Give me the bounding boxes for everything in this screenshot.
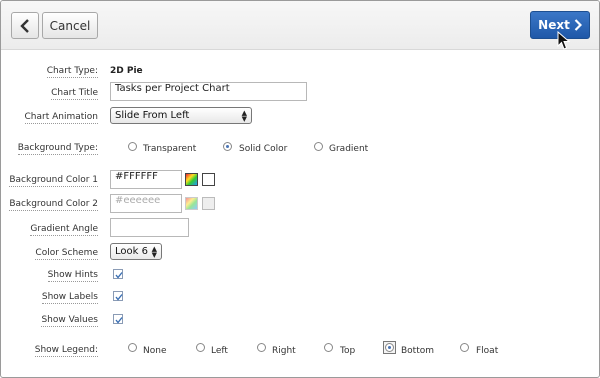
legend-top-radio[interactable] <box>324 343 333 352</box>
background-color-1-input[interactable]: #FFFFFF <box>110 170 182 189</box>
legend-bottom-radio[interactable] <box>385 343 394 352</box>
legend-bottom-label: Bottom <box>401 346 435 356</box>
next-button-label: Next <box>538 18 570 32</box>
checkmark-icon <box>115 294 123 301</box>
show-values-checkbox[interactable] <box>113 314 123 324</box>
checkmark-icon <box>115 317 123 324</box>
show-values-label: Show Values <box>41 315 98 327</box>
bg-type-gradient-label: Gradient <box>329 144 369 154</box>
legend-left-label: Left <box>211 346 228 356</box>
legend-right-label: Right <box>272 346 296 356</box>
chevron-right-icon <box>574 19 582 31</box>
show-labels-checkbox[interactable] <box>113 291 123 301</box>
bg-type-transparent-radio[interactable] <box>128 142 137 151</box>
color-scheme-value: Look 6 <box>115 246 148 257</box>
chart-title-input[interactable]: Tasks per Project Chart <box>110 82 307 101</box>
wizard-toolbar: Cancel Next <box>1 1 599 50</box>
bg-type-gradient-radio[interactable] <box>314 142 323 151</box>
legend-float-radio[interactable] <box>460 343 469 352</box>
legend-left-radio[interactable] <box>196 343 205 352</box>
select-arrows-icon: ▲ ▼ <box>241 109 247 123</box>
legend-right-radio[interactable] <box>257 343 266 352</box>
chevron-left-icon <box>20 18 29 33</box>
wizard-window: Cancel Next Chart Type: 2D Pie Chart Tit… <box>0 0 600 378</box>
cancel-button[interactable]: Cancel <box>42 12 98 39</box>
chart-animation-select[interactable]: Slide From Left ▲ ▼ <box>110 107 252 124</box>
gradient-angle-label: Gradient Angle <box>30 224 98 236</box>
color-1-swatch <box>202 173 215 186</box>
background-color-2-input[interactable]: #eeeeee <box>110 194 182 213</box>
show-hints-label: Show Hints <box>47 270 98 282</box>
color-picker-icon[interactable] <box>185 173 198 186</box>
chart-title-label: Chart Title <box>51 88 98 100</box>
chart-type-value: 2D Pie <box>110 66 143 76</box>
legend-none-radio[interactable] <box>128 343 137 352</box>
color-picker-icon[interactable] <box>185 197 198 210</box>
color-2-swatch <box>202 197 215 210</box>
background-color-1-label: Background Color 1 <box>9 175 98 187</box>
color-scheme-label: Color Scheme <box>35 248 98 260</box>
chart-type-label: Chart Type: <box>46 66 98 78</box>
background-color-2-label: Background Color 2 <box>9 199 98 211</box>
select-arrows-icon: ▲ ▼ <box>151 245 157 259</box>
bg-type-solid-label: Solid Color <box>239 144 288 154</box>
legend-float-label: Float <box>476 346 499 356</box>
show-legend-label: Show Legend: <box>34 345 98 357</box>
bg-type-solid-radio[interactable] <box>223 142 232 151</box>
legend-none-label: None <box>143 346 167 356</box>
bg-type-transparent-label: Transparent <box>143 144 197 154</box>
gradient-angle-input[interactable] <box>110 218 189 237</box>
show-hints-checkbox[interactable] <box>113 269 123 279</box>
color-scheme-select[interactable]: Look 6 ▲ ▼ <box>110 243 162 260</box>
mouse-cursor-icon <box>557 31 571 50</box>
back-button[interactable] <box>11 12 39 39</box>
legend-top-label: Top <box>340 346 356 356</box>
checkmark-icon <box>115 272 123 279</box>
show-labels-label: Show Labels <box>41 292 98 304</box>
chart-animation-value: Slide From Left <box>115 110 190 121</box>
legend-bottom-focus <box>383 341 396 354</box>
background-type-label: Background Type: <box>17 143 98 155</box>
chart-animation-label: Chart Animation <box>24 112 98 124</box>
